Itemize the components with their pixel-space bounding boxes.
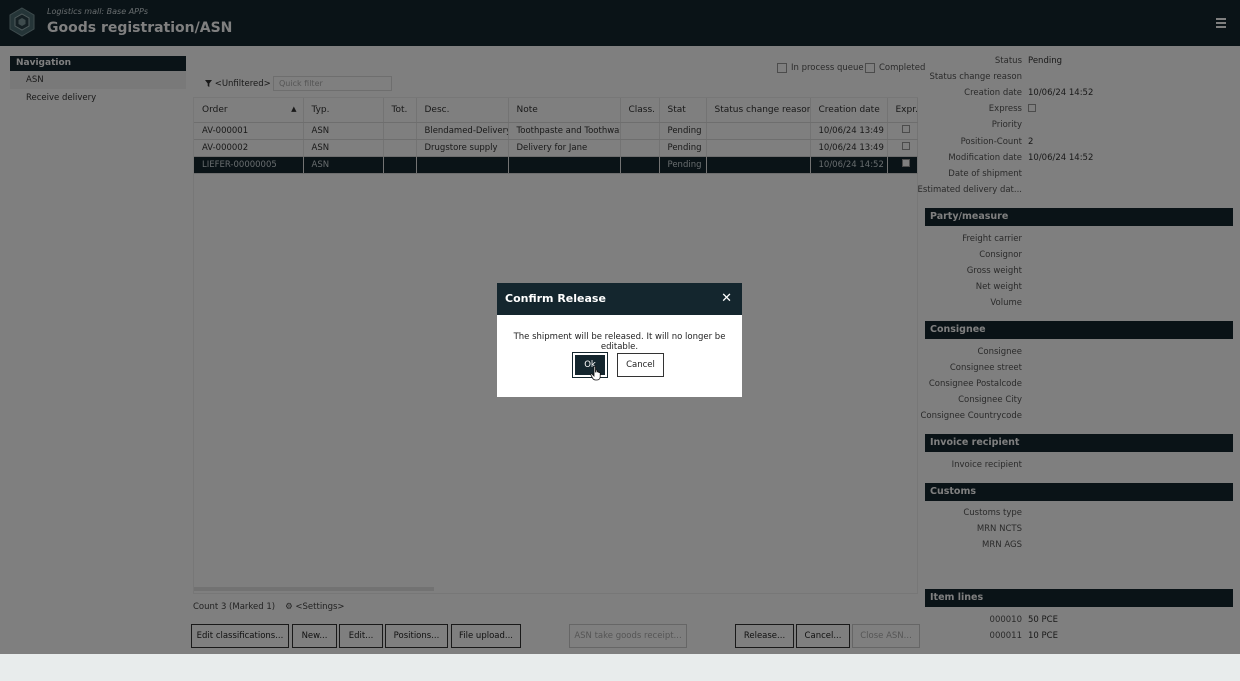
hand-pointer-cursor-icon bbox=[590, 366, 601, 381]
close-icon[interactable]: ✕ bbox=[721, 292, 732, 305]
dialog-title: Confirm Release bbox=[497, 283, 742, 315]
dialog-cancel-button[interactable]: Cancel bbox=[617, 353, 664, 377]
app-window: Logistics mall: Base APPs Goods registra… bbox=[0, 0, 1240, 654]
confirm-release-dialog: Confirm Release ✕ The shipment will be r… bbox=[497, 283, 742, 397]
dialog-message: The shipment will be released. It will n… bbox=[513, 332, 726, 352]
